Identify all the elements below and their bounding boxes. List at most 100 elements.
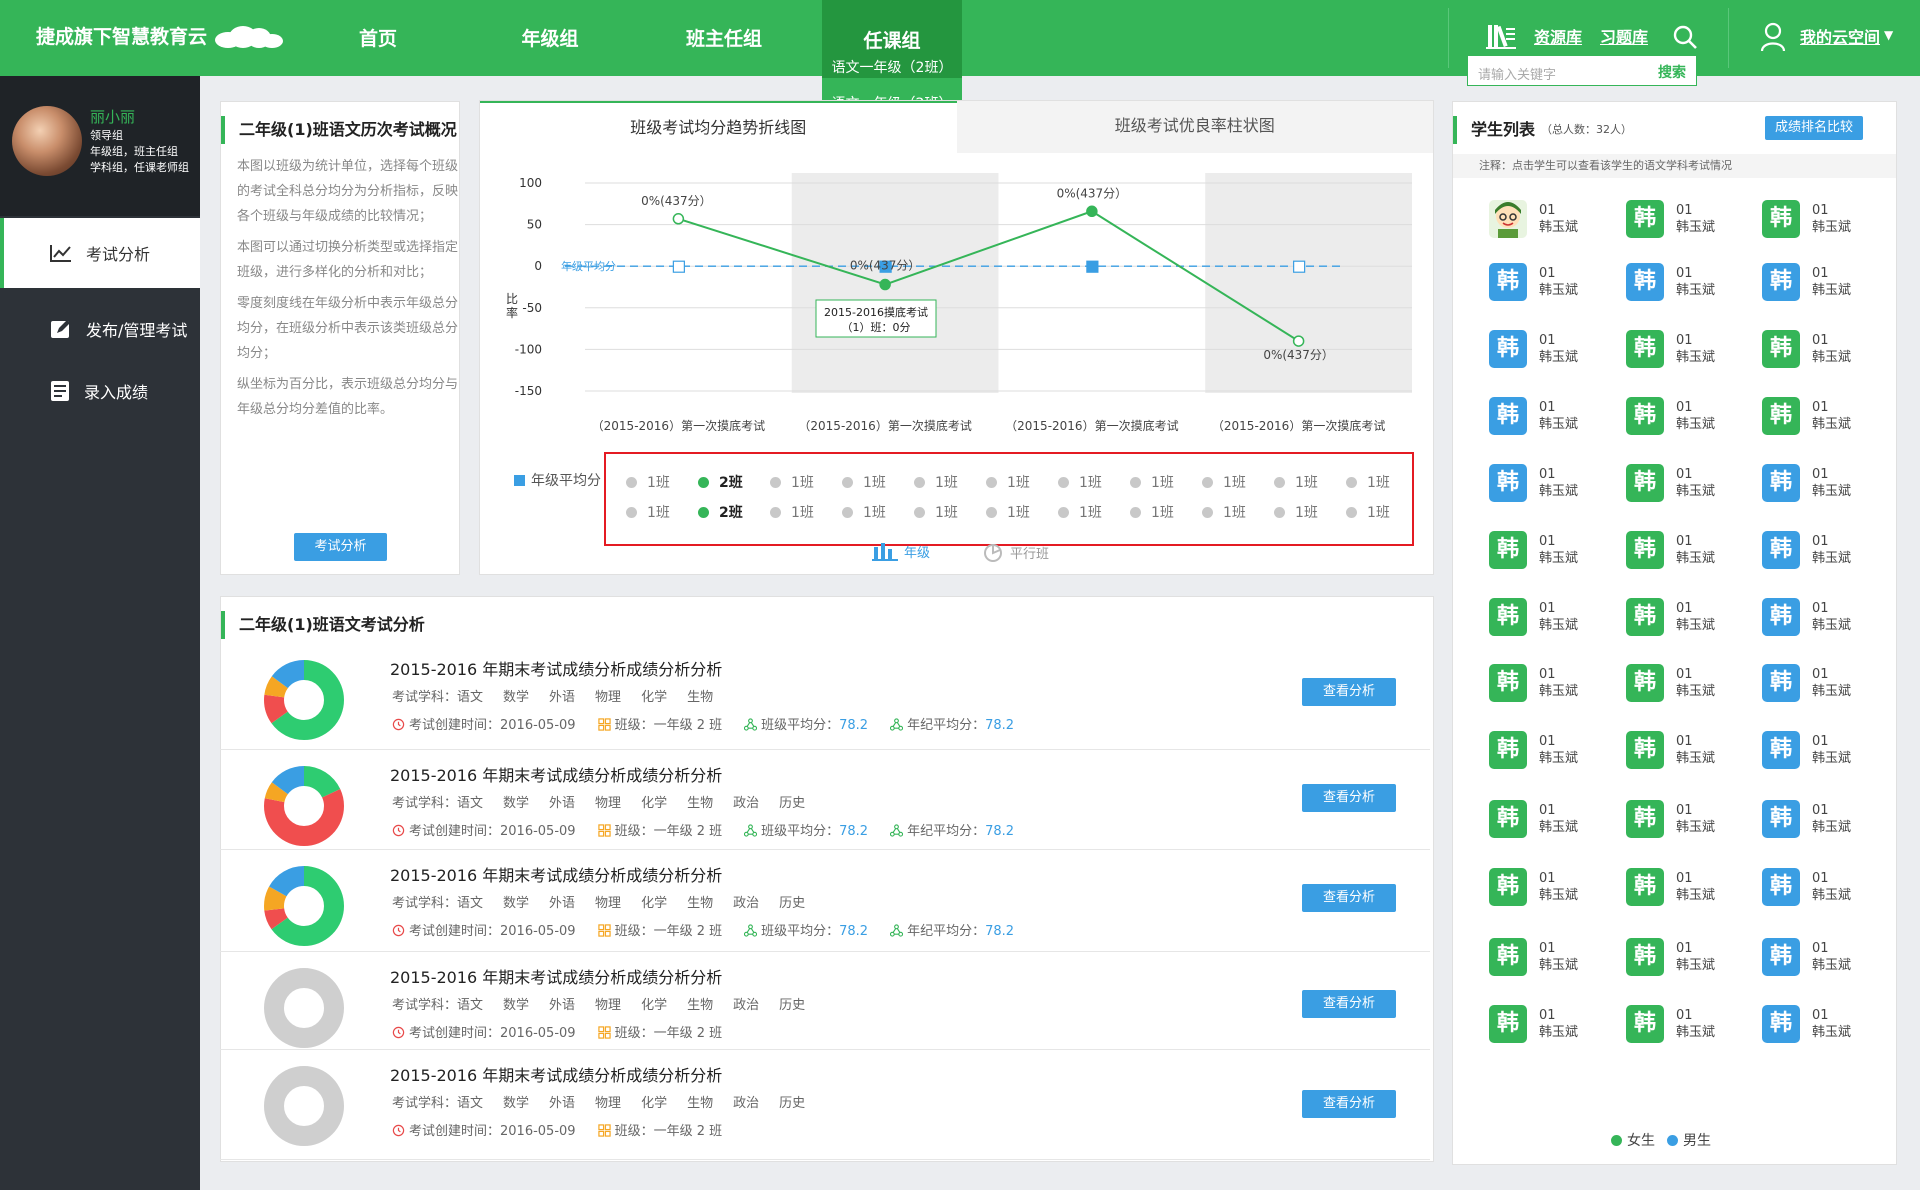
tab-line-chart[interactable]: 班级考试均分趋势折线图	[480, 101, 957, 153]
student-item[interactable]: 韩 01 韩玉斌	[1489, 999, 1609, 1049]
legend-class-item[interactable]: 1班	[1346, 502, 1418, 522]
legend-class-item[interactable]: 1班	[842, 472, 914, 492]
legend-class-item[interactable]: 1班	[1274, 472, 1346, 492]
legend-class-item[interactable]: 1班	[914, 472, 986, 492]
student-item[interactable]: 韩 01 韩玉斌	[1489, 257, 1609, 307]
sidebar-item-publish-exam[interactable]: 发布/管理考试	[0, 294, 200, 364]
series-point[interactable]	[879, 278, 891, 291]
legend-class-item[interactable]: 1班	[770, 502, 842, 522]
exercise-library-link[interactable]: 习题库	[1600, 24, 1648, 48]
exam-row[interactable]: 2015-2016 年期末考试成绩分析成绩分析分析 考试学科：语文 数学 外语 物理 化学…	[220, 1050, 1430, 1160]
student-item[interactable]: 韩 01 韩玉斌	[1626, 862, 1746, 912]
student-item[interactable]: 韩 01 韩玉斌	[1626, 194, 1746, 244]
student-item[interactable]: 韩 01 韩玉斌	[1489, 932, 1609, 982]
legend-class-item[interactable]: 1班	[1058, 472, 1130, 492]
nav-headteacher-group[interactable]: 班主任组	[676, 0, 772, 76]
student-item[interactable]: 01 韩玉斌	[1489, 194, 1609, 244]
student-item[interactable]: 韩 01 韩玉斌	[1626, 932, 1746, 982]
avatar[interactable]	[12, 106, 82, 176]
student-item[interactable]: 韩 01 韩玉斌	[1489, 458, 1609, 508]
student-item[interactable]: 韩 01 韩玉斌	[1762, 794, 1882, 844]
legend-class-item[interactable]: 1班	[1058, 502, 1130, 522]
student-item[interactable]: 韩 01 韩玉斌	[1626, 324, 1746, 374]
student-item[interactable]: 韩 01 韩玉斌	[1626, 525, 1746, 575]
legend-class-item[interactable]: 1班	[1346, 472, 1418, 492]
ranking-compare-button[interactable]: 成绩排名比较	[1765, 116, 1863, 140]
legend-class-item[interactable]: 1班	[626, 502, 698, 522]
avg-point[interactable]	[1086, 260, 1099, 273]
student-item[interactable]: 韩 01 韩玉斌	[1626, 999, 1746, 1049]
student-item[interactable]: 韩 01 韩玉斌	[1762, 862, 1882, 912]
legend-class-item[interactable]: 2班	[698, 472, 770, 492]
series-point[interactable]	[672, 213, 685, 225]
series-point[interactable]	[1086, 205, 1098, 218]
student-item[interactable]: 韩 01 韩玉斌	[1489, 391, 1609, 441]
series-point[interactable]	[1292, 335, 1305, 347]
student-item[interactable]: 韩 01 韩玉斌	[1762, 257, 1882, 307]
student-item[interactable]: 韩 01 韩玉斌	[1762, 999, 1882, 1049]
exam-title[interactable]: 2015-2016 年期末考试成绩分析成绩分析分析	[390, 656, 722, 680]
student-item[interactable]: 韩 01 韩玉斌	[1489, 658, 1609, 708]
student-item[interactable]: 韩 01 韩玉斌	[1626, 458, 1746, 508]
legend-class-item[interactable]: 1班	[986, 502, 1058, 522]
student-item[interactable]: 韩 01 韩玉斌	[1762, 725, 1882, 775]
student-item[interactable]: 韩 01 韩玉斌	[1762, 932, 1882, 982]
exam-row[interactable]: 2015-2016 年期末考试成绩分析成绩分析分析 考试学科：语文 数学 外语 物理 化学…	[220, 952, 1430, 1050]
legend-class-item[interactable]: 1班	[986, 472, 1058, 492]
student-item[interactable]: 韩 01 韩玉斌	[1762, 324, 1882, 374]
student-item[interactable]: 韩 01 韩玉斌	[1762, 592, 1882, 642]
student-item[interactable]: 韩 01 韩玉斌	[1626, 592, 1746, 642]
student-item[interactable]: 韩 01 韩玉斌	[1626, 391, 1746, 441]
switch-parallel-class[interactable]: 平行班	[982, 542, 1049, 562]
legend-class-item[interactable]: 1班	[626, 472, 698, 492]
exam-title[interactable]: 2015-2016 年期末考试成绩分析成绩分析分析	[390, 964, 722, 988]
view-analysis-button[interactable]: 查看分析	[1302, 784, 1396, 812]
student-item[interactable]: 韩 01 韩玉斌	[1489, 324, 1609, 374]
search-icon[interactable]	[1672, 24, 1698, 50]
student-item[interactable]: 韩 01 韩玉斌	[1762, 194, 1882, 244]
avg-point[interactable]	[1293, 260, 1306, 273]
student-item[interactable]: 韩 01 韩玉斌	[1626, 257, 1746, 307]
view-analysis-button[interactable]: 查看分析	[1302, 678, 1396, 706]
legend-class-item[interactable]: 1班	[1274, 502, 1346, 522]
student-item[interactable]: 韩 01 韩玉斌	[1762, 391, 1882, 441]
view-analysis-button[interactable]: 查看分析	[1302, 1090, 1396, 1118]
student-item[interactable]: 韩 01 韩玉斌	[1626, 658, 1746, 708]
switch-grade[interactable]: 年级	[872, 542, 930, 561]
exam-title[interactable]: 2015-2016 年期末考试成绩分析成绩分析分析	[390, 862, 722, 886]
student-item[interactable]: 韩 01 韩玉斌	[1489, 525, 1609, 575]
student-item[interactable]: 韩 01 韩玉斌	[1489, 725, 1609, 775]
legend-class-item[interactable]: 1班	[1130, 502, 1202, 522]
sidebar-item-exam-analysis[interactable]: 考试分析	[0, 218, 200, 288]
search-box[interactable]: 请输入关键字 搜索	[1467, 55, 1697, 86]
chevron-down-icon[interactable]: ▼	[1884, 28, 1893, 42]
tab-bar-chart[interactable]: 班级考试优良率柱状图	[957, 101, 1434, 153]
avg-point[interactable]	[672, 260, 685, 273]
search-button[interactable]: 搜索	[1658, 62, 1686, 82]
my-cloud-space-link[interactable]: 我的云空间	[1800, 24, 1880, 48]
student-item[interactable]: 韩 01 韩玉斌	[1762, 525, 1882, 575]
legend-grade-avg[interactable]: 年级平均分	[514, 470, 601, 490]
student-item[interactable]: 韩 01 韩玉斌	[1489, 862, 1609, 912]
exam-row[interactable]: 2015-2016 年期末考试成绩分析成绩分析分析 考试学科：语文 数学 外语 物理 化学…	[220, 644, 1430, 750]
legend-class-item[interactable]: 1班	[1202, 472, 1274, 492]
nav-home[interactable]: 首页	[340, 0, 416, 76]
student-item[interactable]: 韩 01 韩玉斌	[1489, 592, 1609, 642]
nav-grade-group[interactable]: 年级组	[510, 0, 590, 76]
exam-title[interactable]: 2015-2016 年期末考试成绩分析成绩分析分析	[390, 1062, 722, 1086]
exam-analysis-button[interactable]: 考试分析	[294, 533, 387, 561]
view-analysis-button[interactable]: 查看分析	[1302, 884, 1396, 912]
legend-class-item[interactable]: 1班	[842, 502, 914, 522]
nav-teacher-group[interactable]: 任课组 语文一年级（2班）	[822, 0, 962, 76]
legend-class-item[interactable]: 2班	[698, 502, 770, 522]
resource-library-link[interactable]: 资源库	[1534, 24, 1582, 48]
logo[interactable]: 捷成旗下智慧教育云	[36, 22, 284, 49]
legend-class-item[interactable]: 1班	[770, 472, 842, 492]
legend-class-item[interactable]: 1班	[1130, 472, 1202, 492]
legend-class-item[interactable]: 1班	[1202, 502, 1274, 522]
exam-row[interactable]: 2015-2016 年期末考试成绩分析成绩分析分析 考试学科：语文 数学 外语 物理 化学…	[220, 750, 1430, 850]
sidebar-item-enter-scores[interactable]: 录入成绩	[0, 356, 200, 426]
student-item[interactable]: 韩 01 韩玉斌	[1489, 794, 1609, 844]
student-item[interactable]: 韩 01 韩玉斌	[1762, 658, 1882, 708]
search-input[interactable]: 请输入关键字	[1478, 64, 1556, 83]
